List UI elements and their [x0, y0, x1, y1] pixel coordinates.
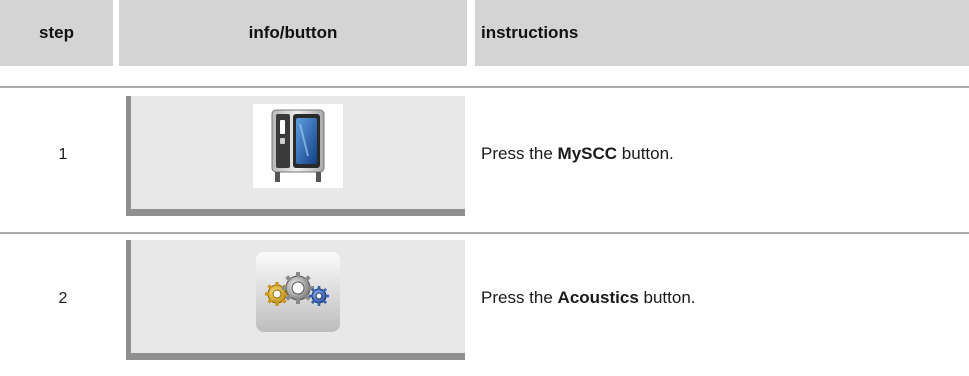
instruction-button-name: Acoustics [557, 288, 639, 307]
instruction-suffix: button. [638, 288, 696, 307]
myscc-oven-icon [271, 109, 325, 182]
step-number: 2 [58, 290, 68, 307]
column-header-info: info/button [119, 0, 467, 66]
myscc-button[interactable] [253, 104, 343, 188]
acoustics-gears-icon [256, 252, 340, 332]
column-header-step: step [0, 0, 113, 66]
instruction-text: Press the Acoustics button. [481, 288, 696, 308]
column-header-instructions-label: instructions [481, 23, 579, 42]
column-header-instructions: instructions [475, 0, 969, 66]
step-number: 1 [58, 146, 68, 163]
row-divider [0, 86, 969, 88]
instruction-suffix: button. [617, 144, 674, 163]
column-header-info-label: info/button [248, 23, 338, 42]
row-divider [0, 232, 969, 234]
info-panel [126, 240, 465, 360]
instruction-prefix: Press the [481, 144, 558, 163]
instruction-text: Press the MySCC button. [481, 144, 674, 164]
instruction-prefix: Press the [481, 288, 558, 307]
instruction-button-name: MySCC [557, 144, 618, 163]
column-header-step-label: step [39, 23, 74, 42]
acoustics-button[interactable] [256, 252, 340, 332]
info-panel [126, 96, 465, 216]
